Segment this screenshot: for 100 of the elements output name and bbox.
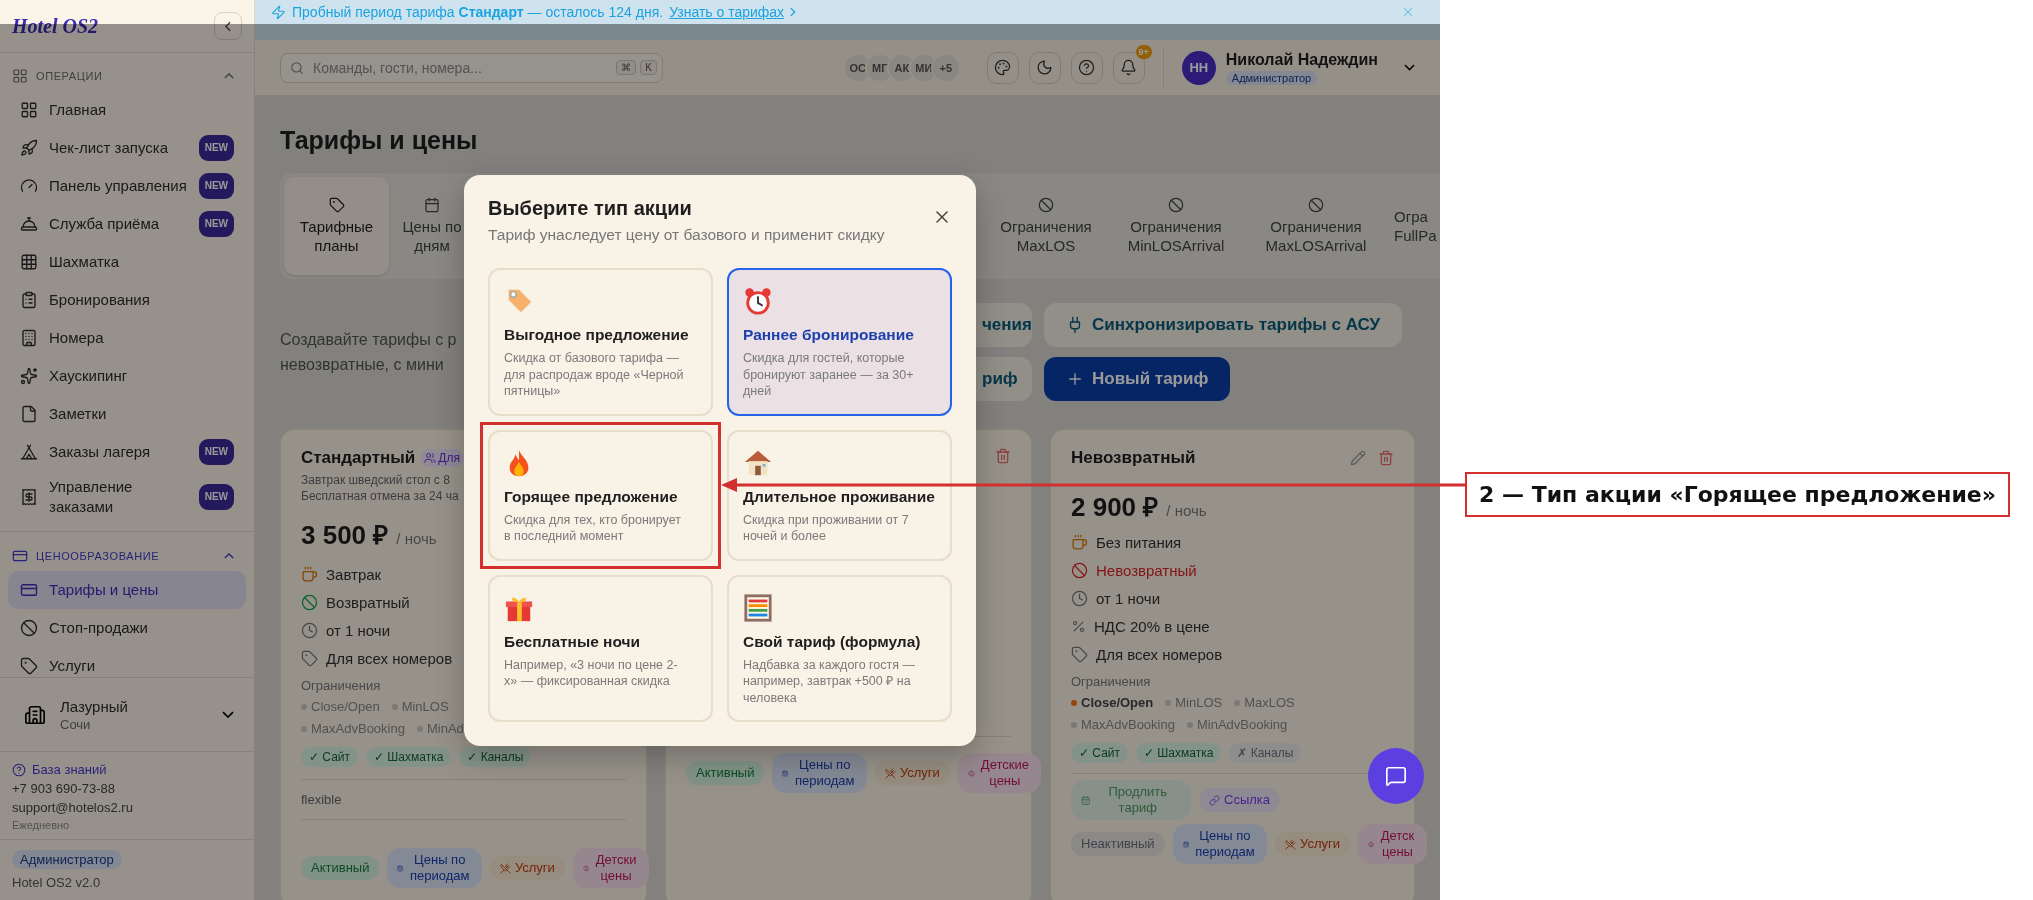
tab[interactable]: Цены по дням <box>397 177 467 275</box>
rate-feature: от 1 ночи <box>1096 589 1161 607</box>
restriction-label: MinAdvBooking <box>1196 716 1288 734</box>
rate-name: Стандартный <box>301 448 416 468</box>
new-badge: NEW <box>198 135 234 161</box>
tag-chip: Детск цены <box>1358 824 1427 864</box>
channel-pill: ✗ Каналы <box>1229 743 1302 763</box>
new-badge: NEW <box>198 173 234 199</box>
tag-chip: Активный <box>301 856 380 880</box>
restriction-label: MinLOS <box>1175 694 1223 712</box>
channel-pill: ✓ Сайт <box>301 747 358 767</box>
restriction-label: Close/Open <box>1081 694 1154 712</box>
tab[interactable]: Огра FullPa <box>1390 177 1436 275</box>
promo-option[interactable]: Бесплатные ночи Например, «3 ночи по цене 2-х» — фиксированная скидка <box>488 574 713 722</box>
nav-item[interactable]: Заказы лагеря NEW <box>8 433 246 471</box>
nav-item[interactable]: Услуги <box>8 647 246 677</box>
tab[interactable]: Ограничения MinLOSArrival <box>1110 177 1242 275</box>
section-title: ОПЕРАЦИИ <box>36 70 104 82</box>
tag-chip: Услуги <box>489 856 565 880</box>
rate-feature: Возвратный <box>326 593 410 611</box>
tag-chip: Неактивный <box>1071 832 1165 856</box>
tag-chip: Услуги <box>1275 832 1351 856</box>
nav-item[interactable]: Стоп-продажи <box>8 609 246 647</box>
nav-item[interactable]: Панель управления NEW <box>8 167 246 205</box>
trial-text: Пробный период тарифа Стандарт — осталось 124 дня. <box>292 4 664 20</box>
nav-item[interactable]: Служба приёма NEW <box>8 205 246 243</box>
channel-pill: ✓ Шахматка <box>1136 743 1222 763</box>
annotation-label: 2 — Тип акции «Горящее предложение» <box>1465 472 2010 517</box>
rate-feature: от 1 ночи <box>326 621 391 639</box>
rate-feature: Для всех номеров <box>326 649 453 667</box>
tag-chip: Услуги <box>874 761 950 785</box>
option-description: Например, «3 ночи по цене 2-х» — фиксированная скидка <box>504 656 679 690</box>
nav-item[interactable]: Чек-лист запуска NEW <box>8 129 246 167</box>
hotel-switcher[interactable]: Лазурный Сочи <box>0 677 254 751</box>
page-description: невозвратные, с мини <box>280 355 445 375</box>
tab[interactable]: Ограничения MaxLOSArrival <box>1250 177 1382 275</box>
support-hours: Ежедневно <box>12 819 71 831</box>
dialog-subtitle: Тариф унаследует цену от базового и применит скидку <box>488 226 885 244</box>
notification-count: 9+ <box>1135 44 1152 59</box>
new-badge: NEW <box>198 484 234 510</box>
restriction-label: Close/Open <box>311 698 380 716</box>
channel-pill: ✓ Сайт <box>1071 743 1128 763</box>
option-title: Выгодное предложение <box>504 326 689 344</box>
nav-item[interactable]: Управление заказами NEW <box>8 471 246 523</box>
promo-option[interactable]: Свой тариф (формула) Надбавка за каждого гостя — например, завтрак +500 ₽ на человека <box>727 574 952 722</box>
channel-pill: ✓ Каналы <box>459 747 532 767</box>
sync-button[interactable]: Синхронизировать тарифы с АСУ <box>1044 303 1403 347</box>
option-description: Надбавка за каждого гостя — например, завтрак +500 ₽ на человека <box>743 656 917 706</box>
rate-name: Невозвратный <box>1071 448 1196 468</box>
audience-badge: Для <box>421 449 463 467</box>
knowledge-base-link[interactable]: База знаний <box>12 762 242 777</box>
tab[interactable]: Тарифные планы <box>284 177 389 275</box>
role-badge: Администратор <box>12 850 122 869</box>
section-title: ЦЕНООБРАЗОВАНИЕ <box>36 549 161 562</box>
restriction-label: MaxAdvBooking <box>311 720 405 738</box>
price-unit: / ночь <box>1166 502 1207 519</box>
tag-chip: Продлить тариф <box>1071 780 1191 820</box>
option-description: Скидка от базового тарифа — для распродаж вроде «Черной пятницы» <box>504 350 685 400</box>
nav-item[interactable]: Заметки <box>8 395 246 433</box>
restrictions-label: Ограничения <box>1071 674 1151 689</box>
tab[interactable]: Ограничения MaxLOS <box>990 177 1102 275</box>
tag-chip: Детские цены <box>957 753 1041 793</box>
page-description: Создавайте тарифы с р <box>280 330 457 350</box>
option-description: Скидка для гостей, которые бронируют заранее — за 30+ дней <box>743 350 915 400</box>
nav-item[interactable]: Бронирования <box>8 281 246 319</box>
option-title: Бесплатные ночи <box>504 632 641 651</box>
tag-chip: Цены по периодам <box>387 848 482 888</box>
hotel-city: Сочи <box>60 716 92 732</box>
new-badge: NEW <box>198 211 234 237</box>
promo-option[interactable]: Выгодное предложение Скидка от базового тарифа — для распродаж вроде «Черной пятницы» <box>488 268 713 416</box>
rate-price: 3 500 ₽ <box>301 519 389 552</box>
price-unit: / ночь <box>396 530 437 547</box>
tag-chip: Детски цены <box>572 848 649 888</box>
new-badge: NEW <box>198 439 234 465</box>
option-title: Горящее предложение <box>504 487 678 506</box>
nav-item[interactable]: Главная <box>8 91 246 129</box>
restriction-label: MinAd <box>426 720 464 738</box>
support-email: support@hotelos2.ru <box>12 800 134 815</box>
tag-chip: Ссылка <box>1199 788 1281 812</box>
promo-option[interactable]: Длительное проживание Скидка при проживании от 7 ночей и более <box>727 429 952 561</box>
rate-feature: Завтрак <box>326 565 382 583</box>
option-description: Скидка для тех, кто бронирует в последний момент <box>504 511 682 545</box>
rate-code: flexible <box>301 792 342 807</box>
hotel-name: Лазурный <box>60 697 129 715</box>
user-avatar[interactable]: НН <box>1181 50 1216 85</box>
channel-pill: ✓ Шахматка <box>366 747 452 767</box>
restrictions-label: Ограничения <box>301 678 381 693</box>
new-rate-button[interactable]: Новый тариф <box>1044 357 1231 401</box>
nav-item[interactable]: Шахматка <box>8 243 246 281</box>
nav-item[interactable]: Хаускипинг <box>8 357 246 395</box>
team-avatar[interactable]: +5 <box>930 52 961 83</box>
restriction-label: MinLOS <box>401 698 449 716</box>
nav-item[interactable]: Номера <box>8 319 246 357</box>
nav-item[interactable]: Тарифы и цены <box>8 571 246 609</box>
promo-option[interactable]: Горящее предложение Скидка для тех, кто бронирует в последний момент <box>488 429 713 561</box>
rate-feature: Без питания <box>1096 533 1182 551</box>
tag-chip: Активный <box>686 761 765 785</box>
rate-description: Бесплатная отмена за 24 ча <box>301 488 459 504</box>
promo-option[interactable]: Раннее бронирование Скидка для гостей, которые бронируют заранее — за 30+ дней <box>727 268 952 416</box>
restriction-label: MaxLOS <box>1244 694 1295 712</box>
